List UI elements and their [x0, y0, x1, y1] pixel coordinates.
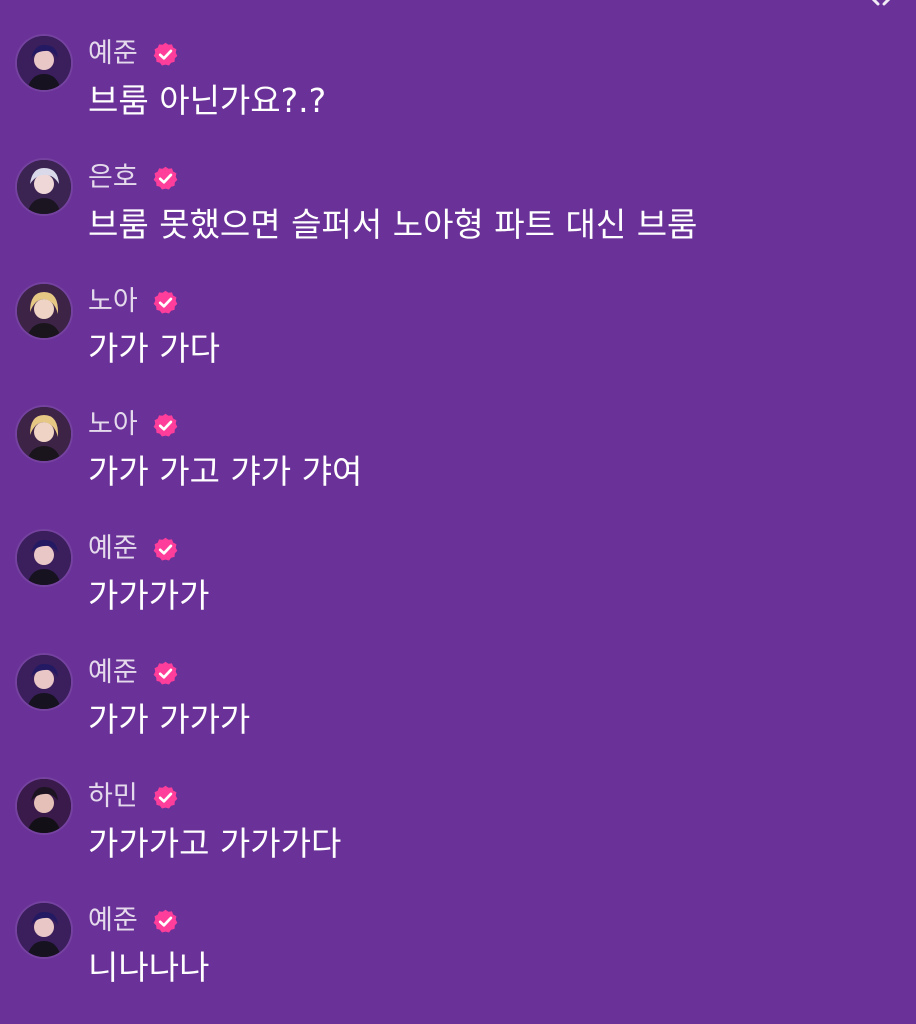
username: 노아	[88, 409, 138, 440]
verified-badge-icon	[153, 42, 178, 66]
message-text: 브룸 아닌가요?.?	[88, 81, 327, 120]
username: 예준	[88, 657, 138, 688]
message-text: 니나나나	[88, 948, 210, 987]
eunho-avatar[interactable]	[17, 160, 71, 214]
verified-badge-icon	[153, 166, 178, 190]
message-text: 가가가고 가가가다	[88, 824, 342, 863]
chat-message: 하민 가가가고 가가가다	[0, 743, 916, 863]
chat-list: 예준 브룸 아닌가요?.? 은호 브룸 못했으면 슬퍼서 노아형 파트 대신 브…	[0, 0, 916, 1024]
message-text: 가가 가고 갸가 갸여	[88, 452, 363, 491]
chat-message: 예준 브룸 아닌가요?.?	[0, 0, 916, 120]
chat-message: 노아 가가 가다	[0, 248, 916, 368]
yejun-avatar[interactable]	[17, 531, 71, 585]
username: 예준	[88, 905, 138, 936]
yejun-avatar[interactable]	[17, 655, 71, 709]
yejun-avatar[interactable]	[17, 903, 71, 957]
noah-avatar[interactable]	[17, 284, 71, 338]
verified-badge-icon	[153, 537, 178, 561]
message-text: 가가 가다	[88, 329, 220, 368]
chat-message: 예준 가가가가	[0, 495, 916, 615]
chat-message: 은호 브룸 못했으면 슬퍼서 노아형 파트 대신 브룸	[0, 124, 916, 244]
username: 은호	[88, 162, 138, 193]
username: 예준	[88, 38, 138, 69]
hamin-avatar[interactable]	[17, 779, 71, 833]
username: 하민	[88, 781, 138, 812]
username: 예준	[88, 533, 138, 564]
verified-badge-icon	[153, 661, 178, 685]
message-text: 가가가가	[88, 576, 210, 615]
message-text: 브룸 못했으면 슬퍼서 노아형 파트 대신 브룸	[88, 205, 698, 244]
message-text: 가가 가가가	[88, 700, 251, 739]
username: 노아	[88, 286, 138, 317]
verified-badge-icon	[153, 413, 178, 437]
chat-message: 예준 가가 가가가	[0, 619, 916, 739]
chat-message: 노아 가가 가고 갸가 갸여	[0, 371, 916, 491]
verified-badge-icon	[153, 909, 178, 933]
verified-badge-icon	[153, 785, 178, 809]
yejun-avatar[interactable]	[17, 36, 71, 90]
verified-badge-icon	[153, 290, 178, 314]
chat-message: 예준 니나나나	[0, 867, 916, 987]
noah-avatar[interactable]	[17, 407, 71, 461]
